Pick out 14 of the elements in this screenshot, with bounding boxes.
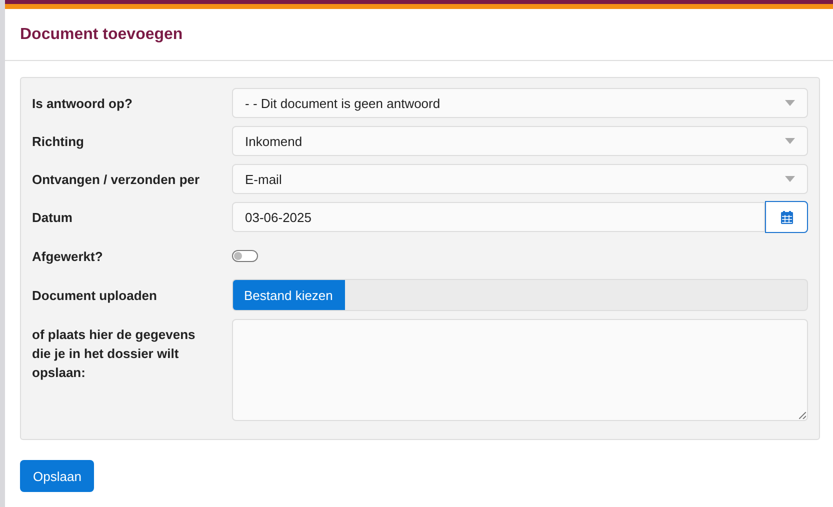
page-title: Document toevoegen	[20, 26, 183, 44]
field-label: Afgewerkt?	[32, 248, 104, 266]
field-label: Is antwoord op?	[32, 94, 134, 112]
select-field[interactable]: Inkomend	[232, 126, 808, 156]
field-label: of plaats hier de gegevens die je in het dossier wilt opslaan:	[32, 326, 196, 382]
save-button[interactable]: Opslaan	[20, 460, 94, 492]
field-label: Richting	[32, 132, 85, 150]
field-label: Ontvangen / verzonden per	[32, 170, 201, 188]
field-label: Datum	[32, 209, 74, 227]
field-label: Document uploaden	[32, 286, 158, 304]
select-field[interactable]: E-mail	[232, 164, 808, 194]
file-input[interactable]: Bestand kiezen	[232, 279, 808, 311]
date-field[interactable]: 03-06-2025	[232, 202, 765, 232]
select-field[interactable]: - - Dit document is geen antwoord	[232, 88, 808, 118]
